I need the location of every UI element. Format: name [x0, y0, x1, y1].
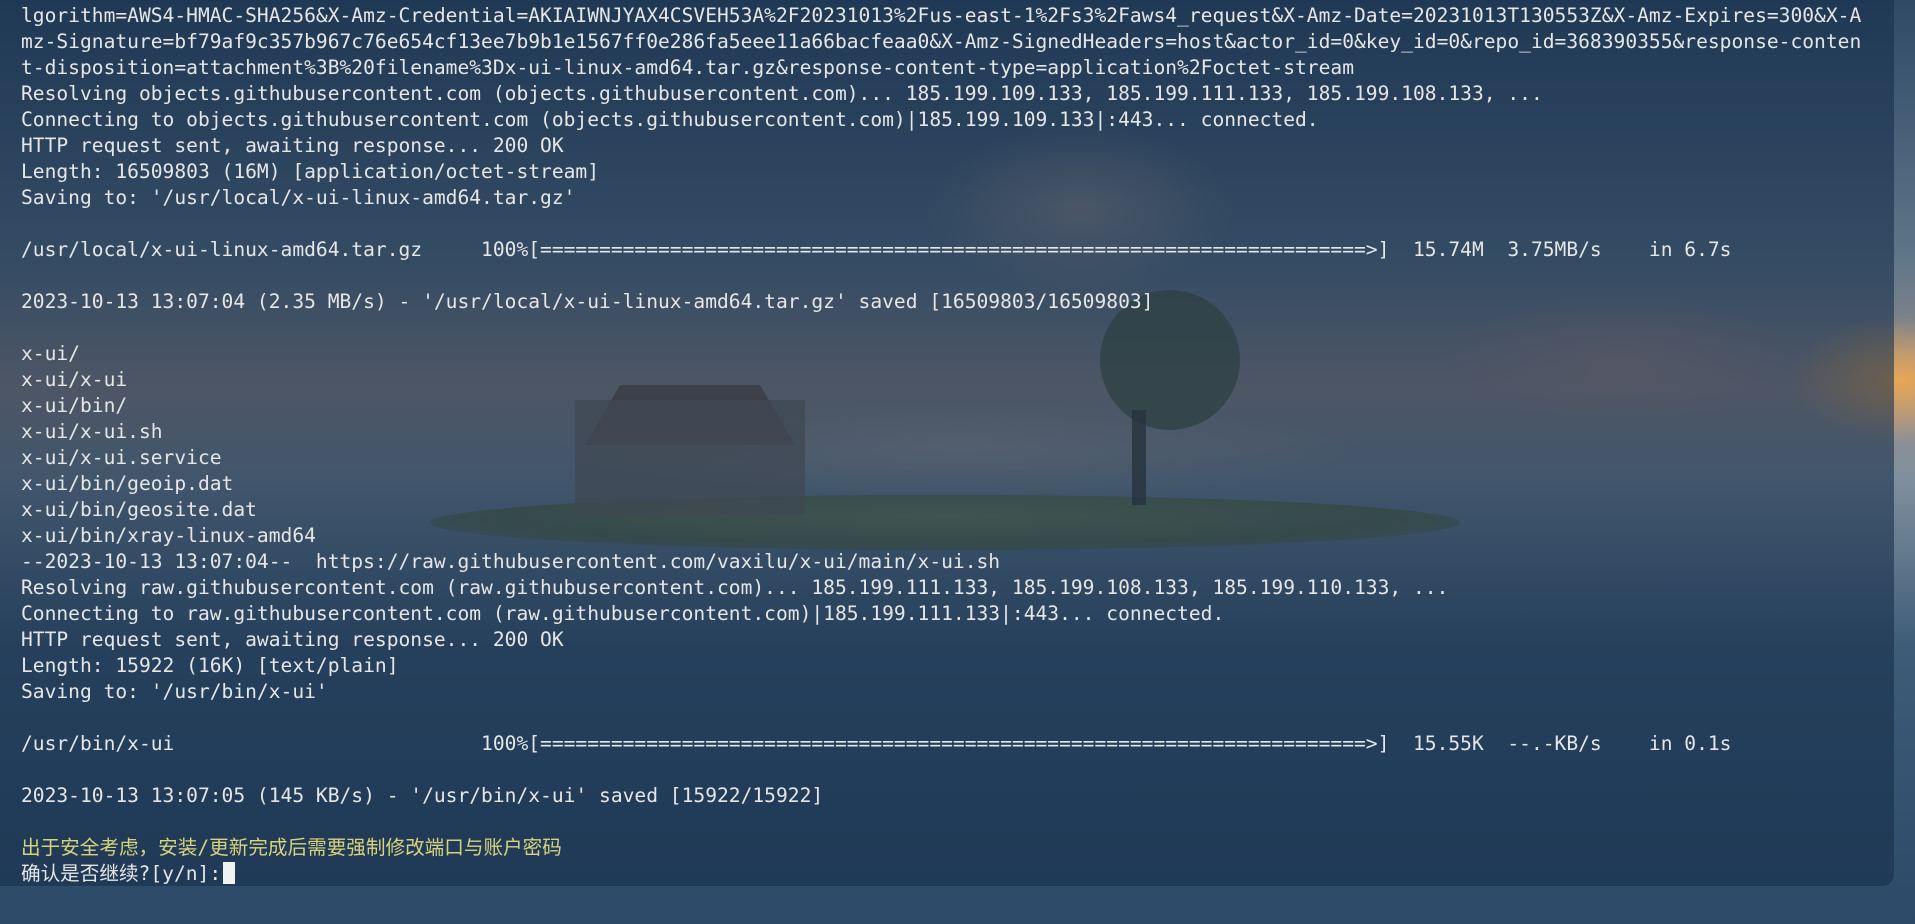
confirm-prompt-line[interactable]: 确认是否继续?[y/n]: [21, 861, 1894, 886]
terminal-cursor[interactable] [223, 862, 236, 884]
terminal-window[interactable]: lgorithm=AWS4-HMAC-SHA256&X-Amz-Credenti… [0, 0, 1894, 886]
terminal-line: t-disposition=attachment%3B%20filename%3… [21, 56, 1354, 79]
terminal-line: x-ui/ [21, 342, 80, 365]
terminal-line: x-ui/x-ui [21, 368, 128, 391]
terminal-line: x-ui/bin/ [21, 394, 128, 417]
terminal-line: Resolving raw.githubusercontent.com (raw… [21, 576, 1449, 599]
terminal-line: 2023-10-13 13:07:05 (145 KB/s) - '/usr/b… [21, 784, 824, 807]
terminal-line: x-ui/bin/geosite.dat [21, 498, 257, 521]
terminal-line: Saving to: '/usr/local/x-ui-linux-amd64.… [21, 186, 576, 209]
terminal-line: HTTP request sent, awaiting response... … [21, 628, 564, 651]
terminal-line: Resolving objects.githubusercontent.com … [21, 82, 1543, 105]
terminal-line: x-ui/bin/xray-linux-amd64 [21, 524, 316, 547]
terminal-line: Saving to: '/usr/bin/x-ui' [21, 680, 328, 703]
terminal-line: Connecting to raw.githubusercontent.com … [21, 602, 1225, 625]
terminal-line: lgorithm=AWS4-HMAC-SHA256&X-Amz-Credenti… [21, 4, 1862, 27]
terminal-line: x-ui/x-ui.sh [21, 420, 163, 443]
confirm-prompt-text: 确认是否继续?[y/n]: [21, 862, 222, 885]
terminal-line: HTTP request sent, awaiting response... … [21, 134, 564, 157]
download-progress-line: /usr/local/x-ui-linux-amd64.tar.gz 100%[… [21, 238, 1732, 261]
terminal-line: --2023-10-13 13:07:04-- https://raw.gith… [21, 550, 1001, 573]
terminal-line: 2023-10-13 13:07:04 (2.35 MB/s) - '/usr/… [21, 290, 1154, 313]
security-warning-line: 出于安全考虑，安装/更新完成后需要强制修改端口与账户密码 [21, 836, 562, 859]
download-progress-line: /usr/bin/x-ui 100%[=====================… [21, 732, 1732, 755]
terminal-line: Length: 15922 (16K) [text/plain] [21, 654, 399, 677]
terminal-line: Length: 16509803 (16M) [application/octe… [21, 160, 600, 183]
terminal-line: Connecting to objects.githubusercontent.… [21, 108, 1319, 131]
terminal-line: x-ui/bin/geoip.dat [21, 472, 234, 495]
terminal-line: x-ui/x-ui.service [21, 446, 222, 469]
terminal-line: mz-Signature=bf79af9c357b967c76e654cf13e… [21, 30, 1862, 53]
